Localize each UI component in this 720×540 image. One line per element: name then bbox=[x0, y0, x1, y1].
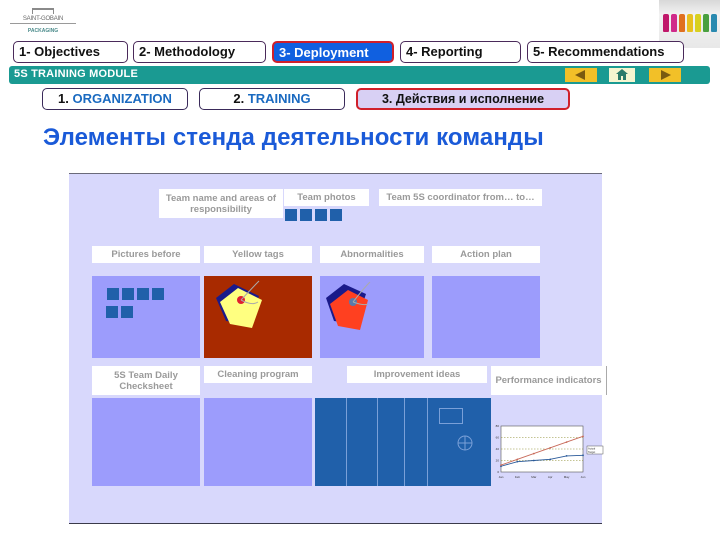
picture-square bbox=[122, 288, 134, 300]
bottle-icon bbox=[703, 14, 709, 32]
chart-data-point bbox=[582, 454, 584, 457]
saint-gobain-logo: SAINT-GOBAIN PACKAGING bbox=[10, 8, 76, 34]
label-team-name: Team name and areas of responsibility bbox=[159, 189, 283, 218]
subtab-label: ORGANIZATION bbox=[72, 91, 172, 106]
chart-x-tick-label: Jun bbox=[581, 475, 586, 479]
label-team-photos: Team photos bbox=[284, 189, 369, 206]
chart-legend-entry: Target bbox=[588, 450, 595, 454]
idea-box-icon bbox=[439, 408, 463, 424]
bottle-icon bbox=[679, 14, 685, 32]
chart-data-point bbox=[516, 458, 519, 461]
chart-y-tick-label: 20 bbox=[496, 459, 500, 463]
photo-square bbox=[300, 209, 312, 221]
chart-x-tick-label: Apr bbox=[548, 475, 553, 479]
home-icon-door bbox=[621, 76, 623, 80]
column-divider bbox=[377, 398, 378, 486]
photo-square bbox=[285, 209, 297, 221]
photo-square bbox=[330, 209, 342, 221]
page-title: Элементы стенда деятельности команды bbox=[43, 124, 544, 151]
previous-button[interactable] bbox=[565, 68, 597, 82]
subtab-label: Действия и исполнение bbox=[395, 92, 545, 106]
team-board: Team name and areas of responsibility Te… bbox=[69, 173, 607, 524]
chart-data-point bbox=[532, 459, 535, 462]
label-performance-indicators: Performance indicators bbox=[491, 366, 607, 395]
target-icon bbox=[457, 435, 473, 451]
arrow-right-icon bbox=[661, 70, 671, 80]
yellow-tag-icon bbox=[216, 280, 262, 328]
label-daily-checksheet: 5S Team Daily Checksheet bbox=[92, 366, 200, 395]
chart-data-point bbox=[565, 441, 568, 443]
column-divider bbox=[427, 398, 428, 486]
chart-data-point bbox=[532, 452, 535, 455]
chart-data-point bbox=[516, 460, 519, 463]
logo-arch-icon bbox=[32, 8, 54, 14]
chart-x-tick-label: Mar bbox=[531, 475, 536, 479]
subtab-training[interactable]: 2. TRAINING bbox=[199, 88, 345, 110]
picture-square bbox=[137, 288, 149, 300]
subtab-number: 2. bbox=[233, 91, 245, 106]
tab-reporting[interactable]: 4- Reporting bbox=[400, 41, 521, 63]
subtab-number: 1. bbox=[58, 91, 69, 106]
bottle-icon bbox=[687, 14, 693, 32]
tab-deployment[interactable]: 3- Deployment bbox=[272, 41, 394, 63]
panel-abnormalities bbox=[320, 276, 424, 358]
label-improvement-ideas: Improvement ideas bbox=[347, 366, 487, 383]
panel-improvement-ideas bbox=[315, 398, 491, 486]
tab-methodology[interactable]: 2- Methodology bbox=[133, 41, 266, 63]
picture-square bbox=[152, 288, 164, 300]
picture-square bbox=[121, 306, 133, 318]
panel-cleaning-program bbox=[204, 398, 312, 486]
subtab-actions[interactable]: 3. Действия и исполнение bbox=[356, 88, 570, 110]
chart-y-tick-label: 60 bbox=[496, 436, 500, 440]
label-cleaning-program: Cleaning program bbox=[204, 366, 312, 383]
panel-pictures-before bbox=[92, 276, 200, 358]
panel-action-plan bbox=[432, 276, 540, 358]
subtab-number: 3. bbox=[381, 92, 393, 106]
chart-data-point bbox=[582, 435, 584, 438]
picture-square bbox=[107, 288, 119, 300]
logo-name: SAINT-GOBAIN bbox=[10, 16, 76, 24]
chart-y-tick-label: 0 bbox=[497, 470, 499, 474]
label-pictures-before: Pictures before bbox=[92, 246, 200, 263]
column-divider bbox=[346, 398, 347, 486]
chart-y-tick-label: 40 bbox=[496, 447, 500, 451]
label-abnormalities: Abnormalities bbox=[320, 246, 424, 263]
module-bar: 5S TRAINING MODULE bbox=[9, 66, 710, 84]
home-icon-body bbox=[618, 74, 626, 80]
bottle-icon bbox=[711, 14, 717, 32]
chart-x-tick-label: Feb bbox=[515, 475, 521, 479]
chart-data-point bbox=[549, 446, 552, 449]
chart-data-point bbox=[549, 458, 552, 461]
chart-data-point bbox=[500, 464, 502, 466]
bottle-icon bbox=[695, 14, 701, 32]
arrow-left-icon bbox=[575, 70, 585, 80]
chart-y-tick-label: 80 bbox=[496, 424, 500, 428]
tab-recommendations[interactable]: 5- Recommendations bbox=[527, 41, 684, 63]
chart-x-tick-label: May bbox=[564, 475, 570, 479]
label-yellow-tags: Yellow tags bbox=[204, 246, 312, 263]
photo-square bbox=[315, 209, 327, 221]
next-button[interactable] bbox=[649, 68, 681, 82]
chart-data-point bbox=[565, 455, 568, 457]
panel-daily-checksheet bbox=[92, 398, 200, 486]
red-tag-icon bbox=[326, 281, 371, 330]
performance-chart: Jan Feb Mar Apr May Jun 0 20 40 60 80 ActualTarget bbox=[496, 424, 604, 479]
home-button[interactable] bbox=[609, 68, 635, 82]
picture-square bbox=[106, 306, 118, 318]
column-divider bbox=[404, 398, 405, 486]
subtab-organization[interactable]: 1. ORGANIZATION bbox=[42, 88, 188, 110]
label-coordinator: Team 5S coordinator from… to… bbox=[379, 189, 542, 206]
module-title: 5S TRAINING MODULE bbox=[14, 68, 138, 80]
tab-objectives[interactable]: 1- Objectives bbox=[13, 41, 128, 63]
bottle-icon bbox=[671, 14, 677, 32]
chart-legend-entry: Actual bbox=[588, 447, 596, 451]
logo-sub: PACKAGING bbox=[27, 28, 59, 34]
bottle-icon bbox=[663, 14, 669, 32]
chart-x-tick-label: Jan bbox=[499, 475, 504, 479]
panel-yellow-tags bbox=[204, 276, 312, 358]
label-action-plan: Action plan bbox=[432, 246, 540, 263]
subtab-label: TRAINING bbox=[247, 91, 311, 106]
